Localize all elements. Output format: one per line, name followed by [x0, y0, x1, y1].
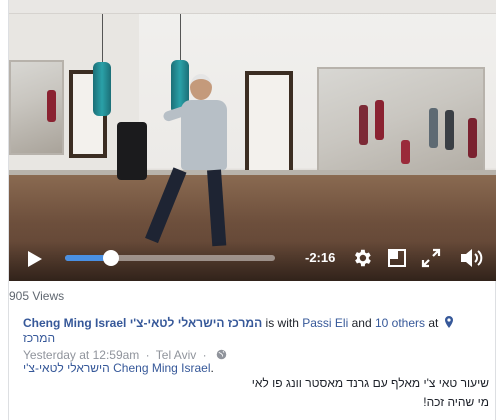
video-player[interactable]: -2:16: [9, 0, 496, 281]
at-text: at: [428, 316, 439, 330]
picture-in-picture-icon: [388, 249, 406, 267]
settings-button[interactable]: [349, 245, 375, 271]
post-card: -2:16 905 Views Cheng Ming Israel המרכז …: [8, 0, 496, 420]
post-meta: Yesterday at 12:59am · Tel Aviv ·: [23, 348, 227, 362]
play-icon: [28, 251, 42, 267]
is-with-text: is with: [265, 316, 299, 330]
post-attribution: Cheng Ming Israel המרכז הישראלי לטאי-צ'י…: [23, 316, 487, 376]
video-scene-master: [145, 74, 239, 254]
location-link-continued[interactable]: הישראלי לטאי-צ'י Cheng Ming Israel: [23, 361, 211, 375]
fullscreen-button[interactable]: [419, 246, 443, 270]
others-link[interactable]: 10 others: [375, 316, 425, 330]
seek-bar[interactable]: [65, 250, 275, 266]
tagged-person-link[interactable]: Passi Eli: [302, 316, 348, 330]
gear-icon: [355, 249, 371, 267]
page-name-link[interactable]: Cheng Ming Israel המרכז הישראלי לטאי-צ'י: [23, 316, 262, 330]
play-button[interactable]: [23, 247, 47, 271]
view-count: 905 Views: [9, 289, 65, 303]
meta-separator: ·: [202, 348, 207, 362]
post-text: שיעור טאי צ'י מאלף עם גרנד מאסטר וונג פו…: [25, 374, 489, 412]
post-text-line: שיעור טאי צ'י מאלף עם גרנד מאסטר וונג פו…: [251, 376, 489, 390]
volume-icon: [461, 249, 483, 267]
time-remaining: -2:16: [305, 250, 336, 265]
seek-knob[interactable]: [103, 250, 120, 266]
place-link[interactable]: Tel Aviv: [156, 348, 196, 362]
fullscreen-icon: [421, 248, 441, 268]
picture-in-picture-button[interactable]: [385, 246, 409, 270]
video-scene-punching-bag: [93, 62, 111, 116]
period-text: .: [210, 361, 214, 375]
video-scene-ceiling: [9, 0, 496, 14]
meta-separator: ·: [145, 348, 150, 362]
video-controls: -2:16: [9, 241, 496, 281]
volume-button[interactable]: [457, 245, 485, 271]
post-text-line: מי שהיה זכה!: [423, 395, 489, 409]
and-text: and: [351, 316, 372, 330]
video-scene-bag: [117, 122, 147, 180]
location-link[interactable]: המרכז: [23, 331, 55, 345]
location-pin-icon: [444, 316, 453, 328]
timestamp-link[interactable]: Yesterday at 12:59am: [23, 348, 139, 362]
globe-icon[interactable]: [216, 349, 227, 360]
